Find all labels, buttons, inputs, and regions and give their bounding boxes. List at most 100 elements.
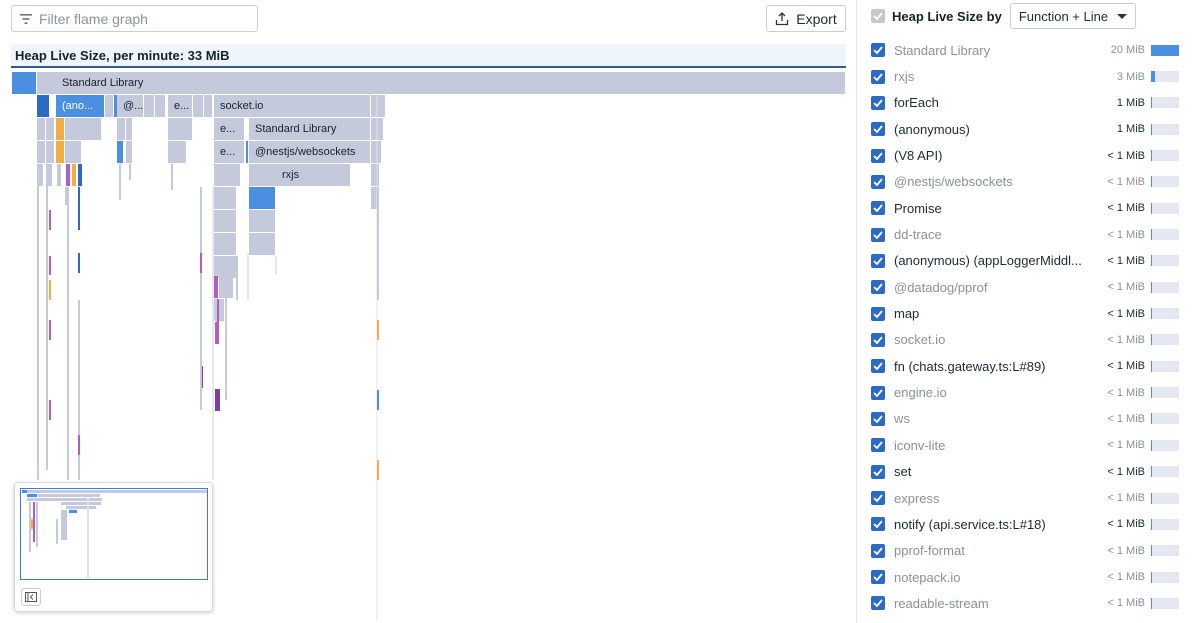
legend-item-name: Standard Library <box>894 42 991 58</box>
check-icon <box>873 125 883 134</box>
legend-item-share-bar <box>1151 518 1179 530</box>
legend-item[interactable]: (anonymous) 1 MiB <box>871 116 1181 142</box>
flame-graph-minimap[interactable] <box>14 482 213 612</box>
legend-panel: Heap Live Size by Function + Line Standa… <box>857 0 1200 623</box>
legend-item-value: < 1 MiB <box>1107 360 1145 373</box>
legend-item-value: < 1 MiB <box>1107 175 1145 188</box>
legend-item-checkbox[interactable] <box>871 122 885 137</box>
legend-item-share-bar <box>1151 308 1179 320</box>
check-icon <box>873 415 883 423</box>
legend-item-checkbox[interactable] <box>871 438 885 453</box>
legend-item[interactable]: iconv-lite < 1 MiB <box>871 432 1181 458</box>
collapse-minimap-button[interactable] <box>21 588 41 606</box>
legend-item-name: Promise <box>894 200 942 216</box>
legend-item-checkbox[interactable] <box>871 280 885 295</box>
legend-item-share-fill <box>1151 413 1152 425</box>
legend-item-checkbox[interactable] <box>871 464 885 479</box>
legend-item-share-fill <box>1151 571 1152 583</box>
check-icon <box>873 257 883 265</box>
legend-item-share-fill <box>1151 334 1152 346</box>
legend-item[interactable]: Promise < 1 MiB <box>871 195 1181 221</box>
legend-item-checkbox[interactable] <box>871 43 885 58</box>
check-icon <box>873 468 883 476</box>
legend-item-share-bar <box>1151 176 1179 188</box>
legend-item[interactable]: set < 1 MiB <box>871 459 1181 485</box>
legend-item-value: 1 MiB <box>1116 123 1145 136</box>
legend-item[interactable]: notepack.io < 1 MiB <box>871 564 1181 590</box>
check-icon <box>873 520 883 529</box>
legend-item-checkbox[interactable] <box>871 253 885 268</box>
legend-item-value: < 1 MiB <box>1107 412 1145 425</box>
legend-item-share-fill <box>1151 150 1152 162</box>
legend-item-checkbox[interactable] <box>871 201 885 216</box>
legend-item[interactable]: Standard Library 20 MiB <box>871 37 1181 63</box>
legend-item-share-fill <box>1151 229 1152 241</box>
legend-item-checkbox[interactable] <box>871 332 885 347</box>
legend-item-value: < 1 MiB <box>1107 386 1145 399</box>
legend-item-checkbox[interactable] <box>871 517 885 532</box>
legend-item[interactable]: engine.io < 1 MiB <box>871 379 1181 405</box>
legend-item[interactable]: express < 1 MiB <box>871 485 1181 511</box>
legend-item-name: (anonymous) (appLoggerMiddl... <box>894 253 1082 269</box>
legend-item[interactable]: (V8 API) < 1 MiB <box>871 142 1181 168</box>
legend-item-checkbox[interactable] <box>871 95 885 110</box>
legend-item-checkbox[interactable] <box>871 411 885 426</box>
legend-item-share-bar <box>1151 150 1179 162</box>
select-all-checkbox[interactable] <box>871 9 885 23</box>
check-icon <box>873 178 883 186</box>
check-icon <box>873 99 883 107</box>
legend-item-name: iconv-lite <box>894 437 946 453</box>
legend-item-checkbox[interactable] <box>871 491 885 506</box>
legend-item-share-fill <box>1151 360 1152 372</box>
legend-item[interactable]: @nestjs/websockets < 1 MiB <box>871 169 1181 195</box>
legend-item-share-bar <box>1151 255 1179 267</box>
legend-item-value: < 1 MiB <box>1107 465 1145 478</box>
legend-item[interactable]: map < 1 MiB <box>871 300 1181 326</box>
legend-item-checkbox[interactable] <box>871 543 885 558</box>
legend-item[interactable]: ws < 1 MiB <box>871 406 1181 432</box>
legend-item[interactable]: socket.io < 1 MiB <box>871 327 1181 353</box>
legend-item-checkbox[interactable] <box>871 306 885 321</box>
legend-header: Heap Live Size by Function + Line <box>871 2 1136 30</box>
check-icon <box>873 310 883 318</box>
legend-item-share-fill <box>1151 176 1152 188</box>
legend-item-checkbox[interactable] <box>871 359 885 374</box>
legend-item[interactable]: dd-trace < 1 MiB <box>871 221 1181 247</box>
legend-item[interactable]: notify (api.service.ts:L#18) < 1 MiB <box>871 511 1181 537</box>
legend-item-value: < 1 MiB <box>1107 228 1145 241</box>
legend-item[interactable]: @datadog/pprof < 1 MiB <box>871 274 1181 300</box>
legend-item-share-bar <box>1151 387 1179 399</box>
legend-item[interactable]: rxjs 3 MiB <box>871 63 1181 89</box>
legend-item-share-bar <box>1151 123 1179 135</box>
legend-item-share-fill <box>1151 255 1152 267</box>
legend-item[interactable]: (anonymous) (appLoggerMiddl... < 1 MiB <box>871 248 1181 274</box>
legend-item-name: express <box>894 490 940 506</box>
legend-item-checkbox[interactable] <box>871 148 885 163</box>
legend-item-value: < 1 MiB <box>1107 307 1145 320</box>
legend-item[interactable]: pprof-format < 1 MiB <box>871 538 1181 564</box>
legend-item-share-fill <box>1151 71 1155 83</box>
legend-item-name: readable-stream <box>894 595 989 611</box>
chevron-down-icon <box>1116 13 1127 19</box>
legend-item-checkbox[interactable] <box>871 174 885 189</box>
minimap-viewport[interactable] <box>20 488 208 580</box>
legend-item-checkbox[interactable] <box>871 227 885 242</box>
legend-item-value: < 1 MiB <box>1107 544 1145 557</box>
legend-item-checkbox[interactable] <box>871 570 885 585</box>
legend-item-checkbox[interactable] <box>871 596 885 611</box>
legend-item[interactable]: readable-stream < 1 MiB <box>871 590 1181 616</box>
legend-item[interactable]: forEach 1 MiB <box>871 90 1181 116</box>
legend-item-share-fill <box>1151 44 1179 56</box>
legend-item-value: < 1 MiB <box>1107 571 1145 584</box>
legend-item[interactable]: fn (chats.gateway.ts:L#89) < 1 MiB <box>871 353 1181 379</box>
legend-item-checkbox[interactable] <box>871 69 885 84</box>
check-icon <box>873 151 883 160</box>
check-icon <box>873 336 883 344</box>
legend-item-checkbox[interactable] <box>871 385 885 400</box>
legend-item-share-bar <box>1151 545 1179 557</box>
legend-item-share-bar <box>1151 466 1179 478</box>
legend-item-name: @datadog/pprof <box>894 279 988 295</box>
group-by-dropdown[interactable]: Function + Line <box>1009 3 1136 29</box>
legend-item-share-fill <box>1151 439 1152 451</box>
legend-item-name: socket.io <box>894 332 946 348</box>
